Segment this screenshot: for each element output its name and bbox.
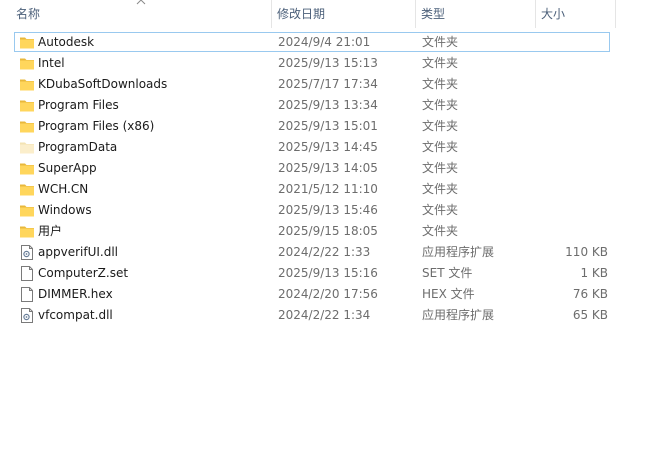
file-name: SuperApp: [38, 161, 97, 175]
folder-icon: [19, 77, 35, 92]
file-icon: [19, 287, 35, 302]
file-row[interactable]: Program Files 2025/9/13 13:34 文件夹: [0, 95, 647, 116]
file-size: [535, 53, 608, 74]
file-size: [535, 158, 608, 179]
file-modified-date: 2024/9/4 21:01: [278, 35, 371, 49]
file-name: Intel: [38, 56, 65, 70]
file-name: Autodesk: [38, 35, 95, 49]
file-list: Autodesk 2024/9/4 21:01 文件夹 Intel 2025/9/13 …: [0, 32, 647, 326]
file-modified-date: 2025/9/13 13:34: [278, 98, 378, 112]
file-row[interactable]: vfcompat.dll 2024/2/22 1:34 应用程序扩展 65 KB: [0, 305, 647, 326]
file-modified-date: 2025/9/13 15:16: [278, 266, 378, 280]
file-size: 110 KB: [565, 245, 608, 259]
file-row[interactable]: SuperApp 2025/9/13 14:05 文件夹: [0, 158, 647, 179]
file-type: 文件夹: [422, 140, 459, 154]
file-size: [535, 32, 608, 53]
file-size: [535, 95, 608, 116]
folder-icon: [19, 119, 35, 134]
file-row[interactable]: ProgramData 2025/9/13 14:45 文件夹: [0, 137, 647, 158]
file-row[interactable]: ComputerZ.set 2025/9/13 15:16 SET 文件 1 KB: [0, 263, 647, 284]
file-modified-date: 2025/9/15 18:05: [278, 224, 378, 238]
file-name: appverifUI.dll: [38, 245, 118, 259]
column-header-date[interactable]: 修改日期: [271, 0, 415, 28]
column-divider[interactable]: [615, 0, 616, 28]
file-type: 文件夹: [422, 35, 459, 49]
folder-icon: [19, 182, 35, 197]
file-modified-date: 2024/2/22 1:34: [278, 308, 371, 322]
file-row[interactable]: Autodesk 2024/9/4 21:01 文件夹: [0, 32, 647, 53]
file-name: Program Files: [38, 98, 119, 112]
file-row[interactable]: 用户 2025/9/15 18:05 文件夹: [0, 221, 647, 242]
file-row[interactable]: KDubaSoftDownloads 2025/7/17 17:34 文件夹: [0, 74, 647, 95]
dll-file-icon: [19, 308, 35, 323]
file-size: [535, 179, 608, 200]
column-header-name[interactable]: 名称: [10, 0, 271, 28]
file-name: Program Files (x86): [38, 119, 155, 133]
file-type: 文件夹: [422, 182, 459, 196]
file-type: 文件夹: [422, 119, 459, 133]
file-type: 文件夹: [422, 224, 459, 238]
file-type: 文件夹: [422, 203, 459, 217]
file-icon: [19, 266, 35, 281]
file-modified-date: 2024/2/20 17:56: [278, 287, 378, 301]
file-size: [535, 74, 608, 95]
file-type: HEX 文件: [422, 287, 475, 301]
dll-file-icon: [19, 245, 35, 260]
folder-icon: [19, 35, 35, 50]
file-name: vfcompat.dll: [38, 308, 113, 322]
hidden-folder-icon: [19, 140, 35, 155]
file-modified-date: 2025/9/13 15:46: [278, 203, 378, 217]
file-modified-date: 2025/9/13 14:05: [278, 161, 378, 175]
file-type: 文件夹: [422, 77, 459, 91]
file-explorer-list-view: 名称 修改日期 类型 大小 Autodesk 2024/9/4 21:01 文件夹 I…: [0, 0, 647, 470]
file-size: [535, 116, 608, 137]
file-name: ComputerZ.set: [38, 266, 129, 280]
file-size: 76 KB: [572, 287, 608, 301]
file-row[interactable]: WCH.CN 2021/5/12 11:10 文件夹: [0, 179, 647, 200]
file-size: 65 KB: [572, 308, 608, 322]
file-row[interactable]: Windows 2025/9/13 15:46 文件夹: [0, 200, 647, 221]
folder-icon: [19, 56, 35, 71]
file-type: SET 文件: [422, 266, 473, 280]
file-size: 1 KB: [580, 266, 608, 280]
file-row[interactable]: appverifUI.dll 2024/2/22 1:33 应用程序扩展 110 KB: [0, 242, 647, 263]
file-modified-date: 2025/9/13 14:45: [278, 140, 378, 154]
file-name: 用户: [38, 224, 63, 238]
column-header-type[interactable]: 类型: [415, 0, 535, 28]
file-row[interactable]: DIMMER.hex 2024/2/20 17:56 HEX 文件 76 KB: [0, 284, 647, 305]
file-size: [535, 137, 608, 158]
file-type: 应用程序扩展: [422, 245, 495, 259]
file-type: 文件夹: [422, 56, 459, 70]
file-type: 文件夹: [422, 161, 459, 175]
file-modified-date: 2025/9/13 15:13: [278, 56, 378, 70]
column-header-size[interactable]: 大小: [535, 0, 615, 28]
file-name: DIMMER.hex: [38, 287, 113, 301]
folder-icon: [19, 161, 35, 176]
file-name: KDubaSoftDownloads: [38, 77, 168, 91]
file-modified-date: 2024/2/22 1:33: [278, 245, 371, 259]
file-type: 应用程序扩展: [422, 308, 495, 322]
folder-icon: [19, 98, 35, 113]
file-size: [535, 221, 608, 242]
folder-icon: [19, 224, 35, 239]
file-name: Windows: [38, 203, 92, 217]
file-name: ProgramData: [38, 140, 118, 154]
file-row[interactable]: Program Files (x86) 2025/9/13 15:01 文件夹: [0, 116, 647, 137]
file-modified-date: 2021/5/12 11:10: [278, 182, 378, 196]
file-modified-date: 2025/9/13 15:01: [278, 119, 378, 133]
file-name: WCH.CN: [38, 182, 89, 196]
file-size: [535, 200, 608, 221]
column-header-row: 名称 修改日期 类型 大小: [0, 0, 647, 28]
folder-icon: [19, 203, 35, 218]
file-row[interactable]: Intel 2025/9/13 15:13 文件夹: [0, 53, 647, 74]
file-type: 文件夹: [422, 98, 459, 112]
file-modified-date: 2025/7/17 17:34: [278, 77, 378, 91]
